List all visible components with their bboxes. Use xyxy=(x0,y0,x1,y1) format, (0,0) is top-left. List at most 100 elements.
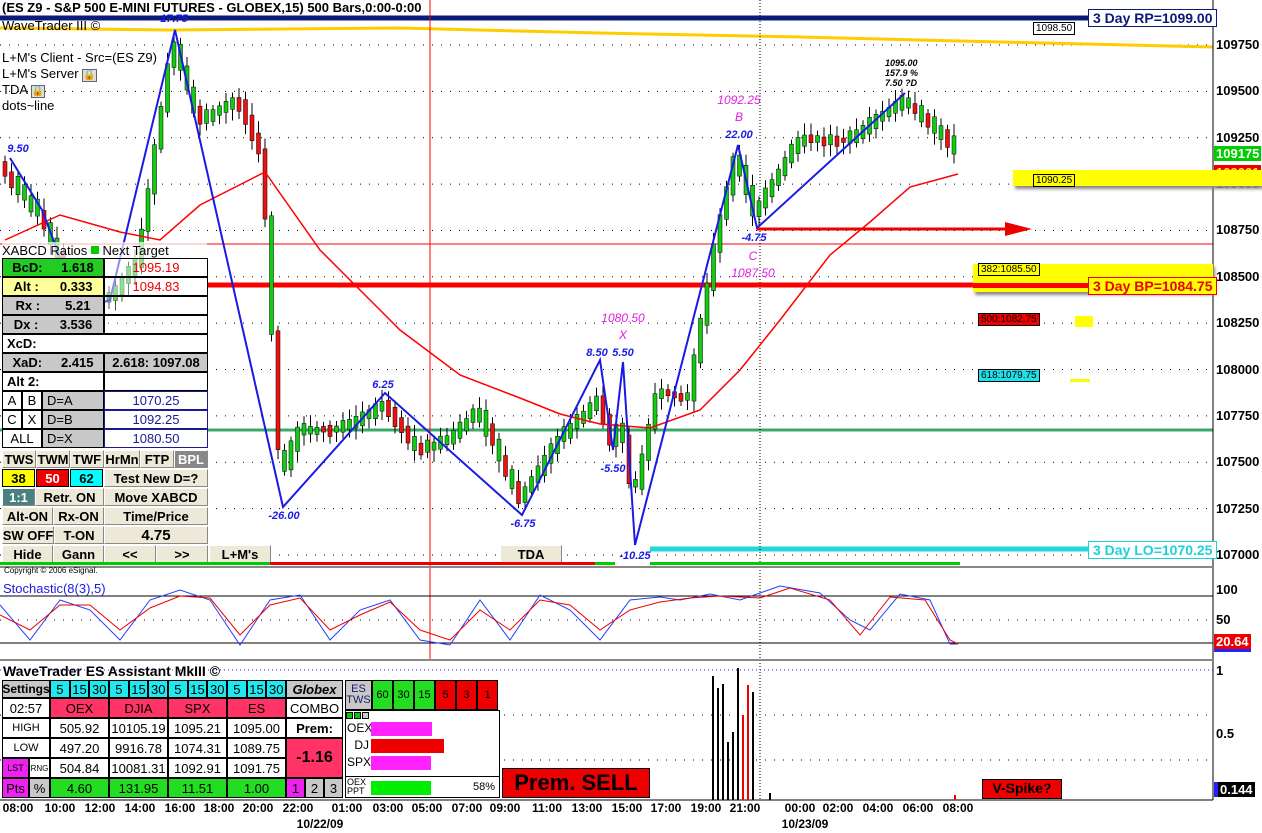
rx-on-button[interactable]: Rx-ON xyxy=(53,507,104,525)
x-toggle[interactable]: X xyxy=(22,410,42,429)
c-toggle[interactable]: C xyxy=(2,410,22,429)
stoch-value: 20.64 xyxy=(1214,634,1251,652)
tws-timeframe[interactable]: 1 xyxy=(477,680,498,710)
time-tick: 20:00 xyxy=(242,801,274,815)
lm-button[interactable]: L+M's xyxy=(209,545,271,563)
fib-618: 618:1079.75 xyxy=(978,369,1040,382)
candle xyxy=(204,103,209,131)
ratio-62-button[interactable]: 62 xyxy=(70,469,103,487)
indicator-light xyxy=(362,712,369,719)
point-b: B xyxy=(734,110,744,124)
price-tick: 109750 xyxy=(1216,37,1260,52)
time-tick: 16:00 xyxy=(164,801,196,815)
all-toggle[interactable]: ALL xyxy=(2,429,42,448)
gann-button[interactable]: Gann xyxy=(53,545,104,563)
a-toggle[interactable]: A xyxy=(2,391,22,410)
dots-line-label: dots~line xyxy=(2,98,55,113)
candle xyxy=(542,445,547,483)
page-button[interactable]: 3 xyxy=(324,778,343,798)
tws-timeframe[interactable]: 60 xyxy=(372,680,393,710)
candle xyxy=(314,421,320,442)
stoch-title: Stochastic(8(3),5) xyxy=(3,581,106,596)
vspike-badge: V-Spike? xyxy=(982,779,1062,799)
b-toggle[interactable]: B xyxy=(22,391,42,410)
lock-icon[interactable]: 🔒 xyxy=(82,69,97,82)
one-to-one-button[interactable]: 1:1 xyxy=(2,488,35,506)
tws-timeframe[interactable]: 5 xyxy=(435,680,456,710)
tda-button[interactable]: TDA xyxy=(500,545,562,563)
timeframe-30[interactable]: 30 xyxy=(148,680,169,698)
sw-off-button[interactable]: SW OFF xyxy=(2,526,54,544)
move-xabcd-button[interactable]: Move XABCD xyxy=(104,488,208,506)
hide-button[interactable]: Hide xyxy=(2,545,53,563)
tws-timeframe[interactable]: 30 xyxy=(393,680,414,710)
prem-label: Prem: xyxy=(286,718,343,738)
candle xyxy=(945,124,950,158)
wave-label: 22.00 xyxy=(725,129,753,141)
col-header-es: ES xyxy=(227,698,286,718)
alt-on-button[interactable]: Alt-ON xyxy=(2,507,53,525)
prev-button[interactable]: << xyxy=(104,545,156,563)
xad-target: 2.618: 1097.08 xyxy=(104,353,208,372)
settings-button[interactable]: Settings xyxy=(2,680,50,698)
time-price-button[interactable]: Time/Price xyxy=(104,507,208,525)
wave-label: 17.75 xyxy=(160,13,188,25)
candle xyxy=(236,88,242,119)
prem-value: -1.16 xyxy=(286,738,343,778)
ratio-50-button[interactable]: 50 xyxy=(36,469,69,487)
lock-icon[interactable]: 🔒 xyxy=(30,85,46,98)
timeframe-15[interactable]: 15 xyxy=(246,680,267,698)
lst-button[interactable]: LST xyxy=(2,758,29,778)
next-button[interactable]: >> xyxy=(156,545,208,563)
candle xyxy=(633,471,638,493)
time-tick: 21:00 xyxy=(729,801,761,815)
price-tick: 108000 xyxy=(1216,361,1260,377)
d-eq-x-value: 1080.50 xyxy=(104,429,208,448)
pts-button[interactable]: Pts xyxy=(2,778,29,798)
combo-label: COMBO xyxy=(286,698,343,718)
price-tick: 109250 xyxy=(1216,129,1260,145)
last-value: 1092.91 xyxy=(168,758,227,778)
col-header-oex: OEX xyxy=(50,698,109,718)
page-button[interactable]: 1 xyxy=(286,778,305,798)
ftp-button[interactable]: FTP xyxy=(140,450,174,468)
candle xyxy=(15,171,21,203)
timeframe-5[interactable]: 5 xyxy=(168,680,188,698)
bcd-target: 1095.19 xyxy=(104,258,208,277)
timeframe-15[interactable]: 15 xyxy=(69,680,90,698)
bpl-button[interactable]: BPL xyxy=(174,450,208,468)
study-label: WaveTrader III © xyxy=(2,18,101,33)
timeframe-30[interactable]: 30 xyxy=(266,680,287,698)
candle xyxy=(490,417,495,455)
price-tick: 107750 xyxy=(1216,407,1260,423)
candle xyxy=(678,385,684,407)
ratio-38-button[interactable]: 38 xyxy=(2,469,35,487)
hrmn-button[interactable]: HrMn xyxy=(104,450,140,468)
tws-button[interactable]: TWS xyxy=(2,450,36,468)
pct-button[interactable]: % xyxy=(29,778,50,798)
twf-button[interactable]: TWF xyxy=(70,450,104,468)
tws-timeframe[interactable]: 3 xyxy=(456,680,477,710)
twm-button[interactable]: TWM xyxy=(36,450,70,468)
yellow-box: 1090.25 xyxy=(1033,174,1076,187)
timeframe-5[interactable]: 5 xyxy=(50,680,70,698)
candle xyxy=(847,126,853,154)
col-header-spx: SPX xyxy=(168,698,227,718)
candle xyxy=(230,92,235,121)
test-new-d-button[interactable]: Test New D=? xyxy=(104,469,208,487)
retr-on-button[interactable]: Retr. ON xyxy=(35,488,104,506)
time-tick: 11:00 xyxy=(531,801,563,815)
timeframe-30[interactable]: 30 xyxy=(207,680,228,698)
timeframe-15[interactable]: 15 xyxy=(187,680,208,698)
low-label: LOW xyxy=(2,738,50,758)
tws-timeframe[interactable]: 15 xyxy=(414,680,435,710)
t-on-button[interactable]: T-ON xyxy=(54,526,104,544)
candle xyxy=(457,414,463,444)
timeframe-5[interactable]: 5 xyxy=(227,680,247,698)
timeframe-15[interactable]: 15 xyxy=(128,680,149,698)
page-button[interactable]: 2 xyxy=(305,778,324,798)
timeframe-30[interactable]: 30 xyxy=(89,680,110,698)
xcd-ratio: XcD: xyxy=(2,334,208,353)
timeframe-5[interactable]: 5 xyxy=(109,680,129,698)
rng-button[interactable]: RNG xyxy=(29,758,50,778)
